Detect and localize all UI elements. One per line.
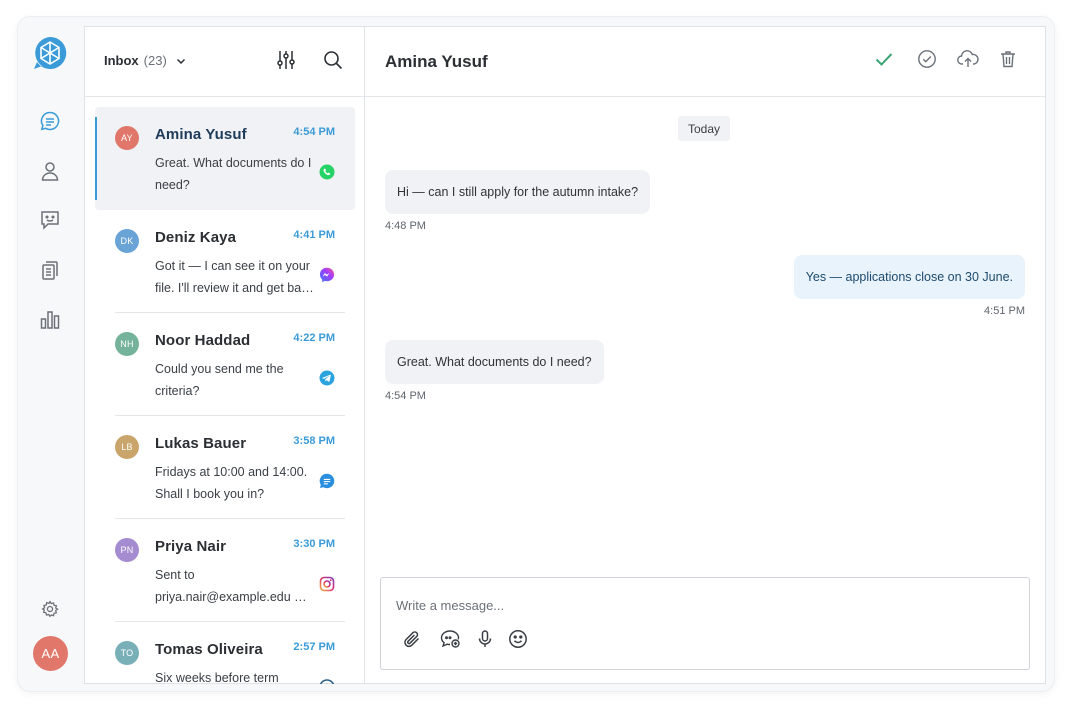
instagram-icon (319, 576, 335, 592)
nav-rail: AA (18, 17, 84, 691)
nav-reports[interactable] (37, 309, 63, 335)
message-preview: Fridays at 10:00 and 14:00. Shall I book… (155, 465, 308, 501)
chat-header: Amina Yusuf (365, 27, 1045, 97)
resolve-button[interactable] (915, 49, 939, 73)
mark-done-button[interactable] (872, 49, 896, 73)
contact-name: Amina Yusuf (155, 126, 247, 143)
email-icon (319, 679, 335, 684)
chat-icon (39, 110, 61, 137)
contact-avatar: NH (115, 332, 139, 356)
contact-avatar: DK (115, 229, 139, 253)
voice-button[interactable] (474, 629, 496, 654)
message-preview: Six weeks before term starts. (155, 671, 279, 684)
message-composer (380, 577, 1030, 670)
contact-name: Tomas Oliveira (155, 641, 263, 658)
nav-feedback[interactable] (37, 209, 63, 235)
chat-contact-name: Amina Yusuf (385, 52, 488, 71)
conversation-item[interactable]: DK Deniz Kaya 4:41 PM Got it — I can see… (95, 210, 355, 313)
contacts-icon (39, 160, 61, 187)
export-button[interactable] (956, 49, 980, 73)
livechat-icon (319, 473, 335, 489)
message-preview: Could you send me the criteria? (155, 362, 284, 398)
cloud-upload-icon (957, 48, 979, 75)
conversation-list-panel: Inbox (23) AY Amina Yusuf 4:54 PM Great.… (84, 26, 365, 684)
filter-button[interactable] (275, 49, 297, 76)
contact-name: Lukas Bauer (155, 435, 247, 452)
incoming-message: Great. What documents do I need? (385, 340, 604, 384)
conversation-item[interactable]: AY Amina Yusuf 4:54 PM Great. What docum… (95, 107, 355, 210)
conversation-item[interactable]: LB Lukas Bauer 3:58 PM Fridays at 10:00 … (95, 416, 355, 519)
gear-icon (41, 599, 59, 623)
nav-conversations[interactable] (37, 110, 63, 136)
message-input[interactable] (396, 595, 996, 615)
quick-reply-icon (439, 628, 461, 655)
templates-icon (39, 259, 61, 286)
user-avatar[interactable]: AA (33, 636, 68, 671)
contact-name: Noor Haddad (155, 332, 251, 349)
outgoing-message: Yes — applications close on 30 June. (793, 255, 1025, 299)
whatsapp-icon (319, 164, 335, 180)
chevron-down-icon (175, 55, 187, 67)
sliders-icon (275, 49, 297, 76)
delete-button[interactable] (996, 49, 1020, 73)
messenger-icon (319, 267, 335, 283)
app-window: AA Inbox (23) AY Amina Yusuf 4:54 PM Gre… (18, 17, 1054, 691)
microphone-icon (475, 629, 495, 654)
inbox-title: Inbox (104, 53, 139, 68)
conversation-item[interactable]: PN Priya Nair 3:30 PM Sent to priya.nair… (95, 519, 355, 622)
search-icon (323, 50, 343, 75)
message-preview: Sent to priya.nair@example.edu — check y… (155, 568, 307, 604)
conversation-time: 2:57 PM (293, 641, 335, 653)
telegram-icon (319, 370, 335, 386)
conversation-time: 4:41 PM (293, 229, 335, 241)
conversation-time: 4:22 PM (293, 332, 335, 344)
attachment-icon (402, 629, 422, 654)
contact-avatar: TO (115, 641, 139, 665)
conversation-time: 4:54 PM (293, 126, 335, 138)
nav-contacts[interactable] (37, 160, 63, 186)
resolve-circle-icon (917, 49, 937, 74)
conversation-list: AY Amina Yusuf 4:54 PM Great. What docum… (85, 98, 365, 684)
conversation-time: 3:30 PM (293, 538, 335, 550)
emoji-button[interactable] (507, 629, 529, 654)
conversation-time: 3:58 PM (293, 435, 335, 447)
brand-logo-icon[interactable] (32, 35, 68, 71)
message-time: 4:48 PM (385, 220, 426, 232)
inbox-selector[interactable]: Inbox (23) (104, 53, 187, 68)
day-separator: Today (678, 116, 731, 141)
trash-icon (998, 49, 1018, 74)
nav-templates[interactable] (37, 259, 63, 285)
contact-name: Deniz Kaya (155, 229, 237, 246)
conversation-item[interactable]: TO Tomas Oliveira 2:57 PM Six weeks befo… (95, 622, 355, 684)
contact-avatar: AY (115, 126, 139, 150)
inbox-count: (23) (143, 53, 167, 68)
settings-button[interactable] (37, 598, 63, 624)
message-time: 4:51 PM (984, 305, 1025, 317)
check-icon (873, 48, 895, 75)
chat-panel: Amina Yusuf Today Hi — can I still apply… (364, 26, 1046, 684)
incoming-message: Hi — can I still apply for the autumn in… (385, 170, 651, 214)
contact-avatar: LB (115, 435, 139, 459)
list-header: Inbox (23) (85, 27, 365, 97)
contact-avatar: PN (115, 538, 139, 562)
contact-name: Priya Nair (155, 538, 227, 555)
emoji-icon (508, 629, 528, 654)
message-preview: Got it — I can see it on your file. I'll… (155, 259, 314, 295)
attach-button[interactable] (401, 630, 423, 652)
message-time: 4:54 PM (385, 390, 426, 402)
quick-reply-button[interactable] (439, 628, 461, 655)
search-button[interactable] (322, 50, 344, 75)
message-preview: Great. What documents do I need? (155, 156, 312, 192)
feedback-icon (39, 209, 61, 236)
conversation-item[interactable]: NH Noor Haddad 4:22 PM Could you send me… (95, 313, 355, 416)
reports-icon (39, 309, 61, 336)
